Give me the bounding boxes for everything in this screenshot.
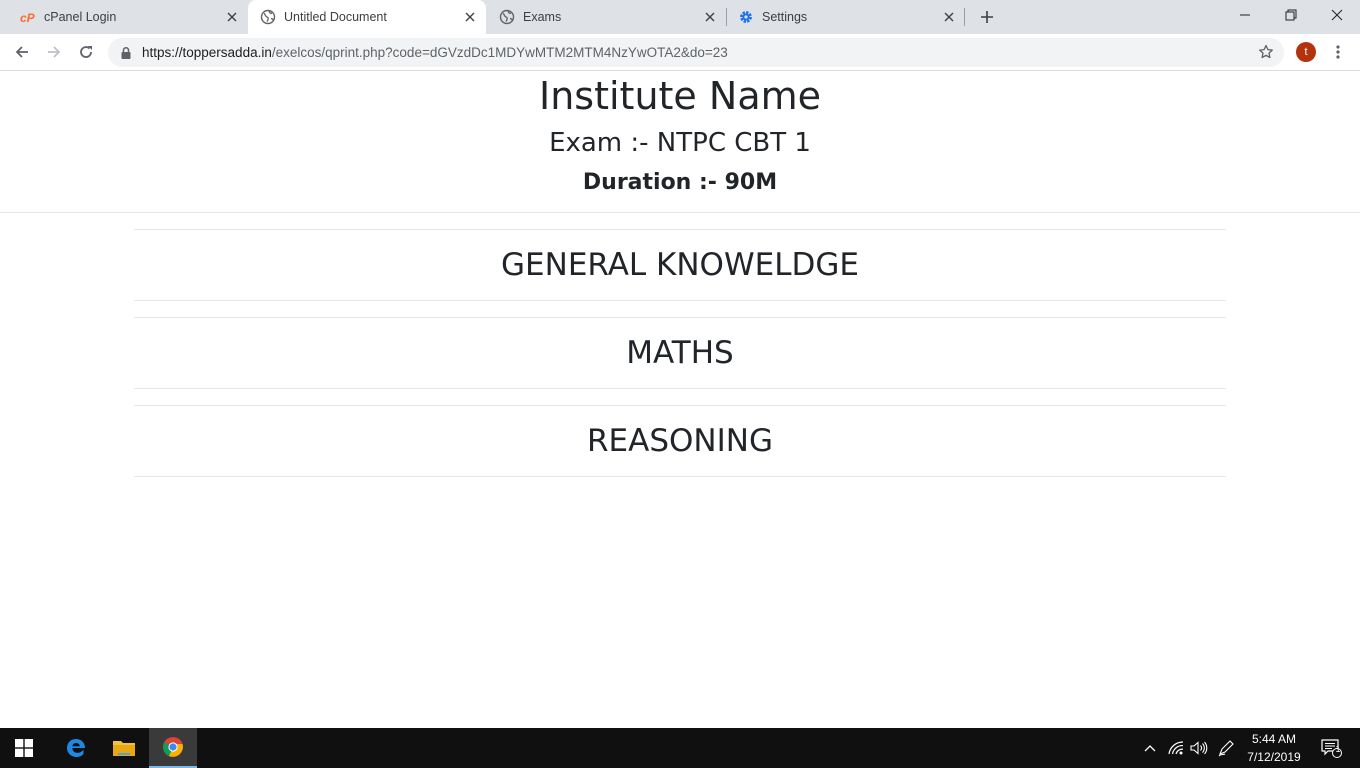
more-vert-icon xyxy=(1336,45,1340,59)
file-explorer-taskbar-button[interactable] xyxy=(100,728,148,768)
tab-strip: cP cPanel Login Untitled Document Exams … xyxy=(0,0,1360,34)
tab-title: Settings xyxy=(762,10,808,24)
lock-icon xyxy=(120,45,132,64)
tab-untitled-document[interactable]: Untitled Document xyxy=(248,0,486,34)
show-hidden-icons-button[interactable] xyxy=(1140,728,1160,768)
pen-workspace-button[interactable] xyxy=(1214,728,1238,768)
tab-separator xyxy=(964,8,965,26)
chevron-up-icon xyxy=(1144,745,1156,752)
svg-text:cP: cP xyxy=(20,11,36,25)
notification-count: 1 xyxy=(1335,744,1341,754)
tab-close-icon[interactable] xyxy=(702,9,718,25)
minimize-icon xyxy=(1240,14,1250,16)
section-general-knowledge: GENERAL KNOWELDGE xyxy=(134,229,1226,301)
section-reasoning: REASONING xyxy=(134,405,1226,477)
tab-close-icon[interactable] xyxy=(462,9,478,25)
back-button[interactable] xyxy=(10,40,34,64)
tab-cpanel-login[interactable]: cP cPanel Login xyxy=(8,0,246,34)
arrow-right-icon xyxy=(48,46,61,58)
pen-icon xyxy=(1218,740,1234,757)
tab-title: Exams xyxy=(523,10,562,24)
section-title: MATHS xyxy=(626,335,734,371)
close-window-button[interactable] xyxy=(1314,0,1360,30)
tab-settings[interactable]: Settings xyxy=(726,0,964,34)
exam-header: Institute Name Exam :- NTPC CBT 1 Durati… xyxy=(0,72,1360,213)
tab-close-icon[interactable] xyxy=(941,9,957,25)
taskbar-clock[interactable]: 5:44 AM 7/12/2019 xyxy=(1240,730,1308,766)
clock-date: 7/12/2019 xyxy=(1247,750,1301,764)
plus-icon xyxy=(981,11,993,23)
folder-icon xyxy=(113,741,135,756)
edge-taskbar-button[interactable] xyxy=(52,728,100,768)
institute-name: Institute Name xyxy=(539,74,821,118)
globe-icon xyxy=(499,9,515,25)
network-button[interactable] xyxy=(1166,728,1186,768)
reload-icon xyxy=(80,46,92,58)
tab-exams[interactable]: Exams xyxy=(487,0,725,34)
restore-icon xyxy=(1285,9,1297,21)
chrome-menu-button[interactable] xyxy=(1328,42,1348,62)
chrome-icon xyxy=(163,737,183,757)
url-path: /exelcos/qprint.php?code=dGVzdDc1MDYwMTM… xyxy=(271,45,728,60)
profile-avatar[interactable]: t xyxy=(1296,42,1316,62)
url-host: https://toppersadda.in xyxy=(142,45,272,60)
chrome-taskbar-button[interactable] xyxy=(149,728,197,768)
section-maths: MATHS xyxy=(134,317,1226,389)
gear-icon xyxy=(738,9,754,25)
cpanel-icon: cP xyxy=(20,9,36,25)
tab-close-icon[interactable] xyxy=(224,9,240,25)
minimize-button[interactable] xyxy=(1222,0,1268,30)
reload-button[interactable] xyxy=(74,40,98,64)
forward-button[interactable] xyxy=(42,40,66,64)
tab-title: Untitled Document xyxy=(284,10,387,24)
volume-button[interactable] xyxy=(1188,728,1210,768)
clock-time: 5:44 AM xyxy=(1251,732,1297,746)
url-text: https://toppersadda.in/exelcos/qprint.ph… xyxy=(142,45,728,60)
section-title: GENERAL KNOWELDGE xyxy=(501,247,859,283)
windows-logo-icon xyxy=(15,739,33,757)
wifi-icon xyxy=(1168,741,1184,755)
windows-taskbar: 5:44 AM 7/12/2019 1 xyxy=(0,728,1360,768)
edge-icon xyxy=(67,739,85,757)
speaker-icon xyxy=(1190,741,1208,755)
address-bar[interactable]: https://toppersadda.in/exelcos/qprint.ph… xyxy=(108,38,1284,67)
browser-toolbar: https://toppersadda.in/exelcos/qprint.ph… xyxy=(0,34,1360,71)
exam-duration: Duration :- 90M xyxy=(582,170,778,195)
section-title: REASONING xyxy=(587,423,773,459)
restore-button[interactable] xyxy=(1268,0,1314,30)
arrow-left-icon xyxy=(15,46,28,58)
exam-name: Exam :- NTPC CBT 1 xyxy=(549,128,811,158)
action-center-button[interactable]: 1 xyxy=(1314,728,1348,768)
new-tab-button[interactable] xyxy=(976,6,998,28)
tab-title: cPanel Login xyxy=(44,10,117,24)
bookmark-star-icon[interactable] xyxy=(1258,44,1274,64)
globe-icon xyxy=(260,9,276,25)
start-button[interactable] xyxy=(0,728,48,768)
close-icon xyxy=(1331,9,1343,21)
page-content: Institute Name Exam :- NTPC CBT 1 Durati… xyxy=(0,72,1360,728)
